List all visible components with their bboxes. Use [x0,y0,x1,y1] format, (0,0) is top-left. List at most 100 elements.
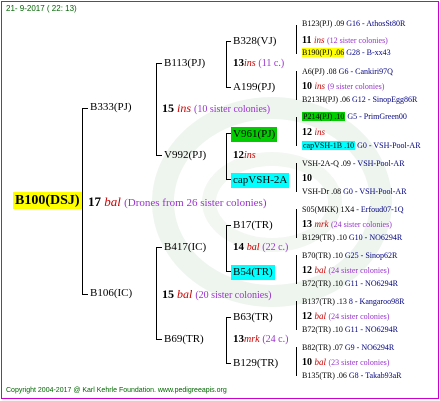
copyright-footer: Copyright 2004-2017 @ Karl Kehrle Founda… [6,387,227,394]
gen4-10-name: B70(TR) [302,251,331,260]
connector [226,133,227,179]
connector [226,41,227,87]
connector [296,25,297,54]
gen4-row-13[interactable]: B72(TR) .10 G11 - NO6294R [302,326,398,334]
gen2-a-sisters: (11 c.) [258,58,285,69]
gen2-a-name[interactable]: B113(PJ) [164,58,205,69]
gen1-top-sisters: (10 sister colonies) [194,104,271,115]
gen4-row-10[interactable]: B70(TR) .10 G25 - Sinop62R [302,252,397,260]
gen2-c-sisters: (22 c.) [262,242,289,253]
gen4-5-father: G0 - VSH-Pool-AR [357,141,421,150]
gen3-c-num: 12 [302,127,312,138]
gen3-c-name[interactable]: V961(PJ) [231,127,278,142]
gen4-row-1[interactable]: B190(PJ) .06 G28 - B-xx43 [302,48,391,57]
gen1-bottom-name[interactable]: B106(IC) [90,288,132,299]
connector [296,255,297,284]
gen4-row-7[interactable]: VSH-Dr .08 G0 - VSH-Pool-AR [302,188,407,196]
gen4-10-father: G25 - Sinop62R [344,251,398,260]
gen4-row-2[interactable]: A6(PJ) .08 G6 - Cankiri97Q [302,68,393,76]
gen4-8-father: - Erfoud07-1Q [356,205,404,214]
gen3-d-drones: 10 [302,174,312,184]
gen2-c-breed: bal [246,242,260,253]
gen3-h-drones: 10 bal (23 sister colonies) [302,358,389,368]
gen3-a-num: 11 [302,35,312,46]
connector [226,317,227,363]
gen4-8-name: S05(MKK) [302,205,339,214]
gen4-5-num: .10 [344,141,355,150]
gen2-b-name[interactable]: V992(PJ) [164,150,206,161]
gen4-9-father: G10 - NO6294R [348,233,403,242]
gen3-f-drones: 12 bal (24 sister colonies) [302,266,389,276]
gen4-row-4[interactable]: P214(PJ) .10 G5 - PrimGreen00 [302,112,407,121]
date-label: 21- 9-2017 ( 22: 13) [6,4,77,13]
gen4-7-father: G0 - VSH-Pool-AR [343,187,407,196]
gen3-b-breed: ins [314,81,326,91]
gen2-c-name[interactable]: B417(IC) [164,242,206,253]
gen3-e-num: 13 [302,219,312,230]
gen4-11-num: .10 [332,279,343,288]
gen4-row-6[interactable]: VSH-2A-Q .09 - VSH-Pool-AR [302,160,405,168]
gen4-13-num: .10 [332,325,343,334]
gen4-0-name: B123(PJ) [302,19,333,28]
root-sisters: (Drones from 26 sister colonies) [124,197,267,209]
gen1-top-num: 15 [162,101,174,115]
root-queen[interactable]: B100(DSJ) [13,192,82,210]
gen4-row-14[interactable]: B82(TR) .07 G9 - NO6294R [302,344,394,352]
connector [296,209,297,238]
gen4-row-5[interactable]: capVSH-1B .10 G0 - VSH-Pool-AR [302,141,421,150]
gen1-bottom-drones: 15 bal (20 sister colonies) [162,288,271,301]
gen2-c-drones: 14 bal (22 c.) [233,242,288,253]
connector [156,155,162,156]
gen4-row-0[interactable]: B123(PJ) .09 G16 - AthosSt80R [302,20,405,28]
gen3-a-sisters: (12 sister colonies) [326,36,388,45]
gen3-e-breed: mrk [314,219,329,229]
gen3-d-name[interactable]: capVSH-2A [231,173,290,188]
connector [226,225,231,226]
gen4-3-father: G12 - SinopEgg86R [352,95,418,104]
root-breed: bal [104,194,121,209]
gen2-d-name[interactable]: B69(TR) [164,334,204,345]
gen3-a-breed: ins [313,35,325,45]
gen4-15-num: .06 [336,371,347,380]
gen4-row-12[interactable]: B137(TR) .13 8 - Kangaroo98R [302,298,404,306]
connector [296,163,297,192]
connector [296,117,297,146]
gen4-7-name: VSH-Dr [302,187,330,196]
gen3-a-name[interactable]: B328(VJ) [233,36,276,47]
gen3-f-name[interactable]: B54(TR) [231,265,275,280]
connector [82,108,88,109]
root-drone-info: 17 bal (Drones from 26 sister colonies) [88,195,266,209]
gen1-top-name[interactable]: B333(PJ) [90,102,132,113]
gen3-f-sisters: (24 sister colonies) [328,266,390,275]
gen4-row-3[interactable]: B213H(PJ) .06 G12 - SinopEgg86R [302,96,417,104]
gen3-h-name[interactable]: B129(TR) [233,358,278,369]
connector [226,317,231,318]
gen3-g-name[interactable]: B63(TR) [233,312,273,323]
connector [82,294,88,295]
gen4-13-name: B72(TR) [302,325,331,334]
gen3-g-sisters: (24 sister colonies) [328,312,390,321]
gen1-bottom-num: 15 [162,287,174,301]
gen4-12-father: 8 - Kangaroo98R [348,297,405,306]
gen4-4-father: G5 - PrimGreen00 [347,112,407,121]
gen4-6-father: - VSH-Pool-AR [352,159,405,168]
gen3-b-sisters: (9 sister colonies) [327,82,385,91]
gen3-b-name[interactable]: A199(PJ) [233,82,275,93]
gen1-bottom-sisters: (20 sister colonies) [195,290,272,301]
gen4-3-num: .06 [340,95,351,104]
gen3-e-drones: 13 mrk (24 sister colonies) [302,220,392,230]
gen1-top-drones: 15 ins (10 sister colonies) [162,102,270,115]
gen4-8-num: 1X4 [340,205,355,214]
gen3-h-sisters: (23 sister colonies) [328,358,390,367]
gen4-row-15[interactable]: B135(TR) .06 G8 - Takab93aR [302,372,402,380]
connector [226,87,231,88]
connector [156,247,157,339]
gen3-e-name[interactable]: B17(TR) [233,220,273,231]
gen4-5-name: capVSH-1B [303,141,343,150]
gen4-row-11[interactable]: B72(TR) .10 G11 - NO6294R [302,280,398,288]
gen4-row-9[interactable]: B129(TR) .10 G10 - NO6294R [302,234,402,242]
connector [156,247,162,248]
gen3-b-num: 10 [302,81,312,92]
gen4-row-8[interactable]: S05(MKK) 1X4 - Erfoud07-1Q [302,206,404,214]
gen4-15-name: B135(TR) [302,371,335,380]
